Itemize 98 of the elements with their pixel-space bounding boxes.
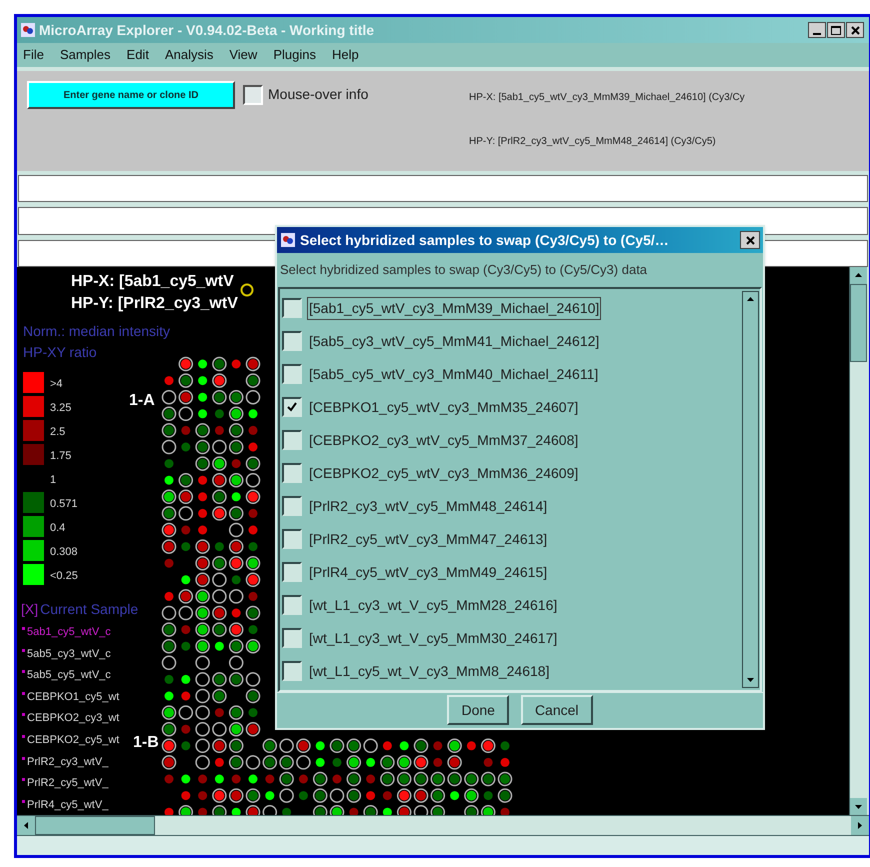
ratio-label: HP-XY ratio [23,343,97,362]
checkbox[interactable] [282,661,302,681]
dialog-button[interactable]: Done [447,695,509,726]
minimize-button[interactable] [808,22,826,38]
checkbox[interactable] [282,595,302,615]
sample-bullet-icon [22,778,25,782]
checkbox[interactable] [282,496,302,516]
sample-label[interactable]: 5ab5_cy5_wtV_c [27,667,111,684]
window-title: MicroArray Explorer - V0.94.02-Beta - Working title [39,20,376,40]
sample-label[interactable]: CEBPKO1_cy5_wt [27,688,120,706]
sample-option[interactable]: [CEBPKO1_cy5_wtV_cy3_MmM35_24607] [307,396,580,418]
sample-bullet-icon [22,670,25,674]
legend-label: <0.25 [50,569,78,584]
checkbox[interactable] [282,628,302,648]
menu-item[interactable]: Samples [60,45,111,65]
sample-bullet-icon [22,735,25,738]
current-sample-label: Current Sample [40,600,138,619]
sample-option[interactable]: [wt_L1_cy3_wt_V_cy5_MmM30_24617] [307,626,560,650]
sample-bullet-icon [22,800,25,803]
block-label: 1-B [133,733,159,753]
mouse-over-checkbox[interactable] [243,84,263,104]
sample-option[interactable]: [wt_L1_cy3_wt_V_cy5_MmM28_24616] [307,594,560,616]
legend-label: 1 [50,473,56,488]
legend-label: 2.5 [50,425,66,440]
menu-item[interactable]: File [23,45,44,65]
sample-bullet-icon [22,648,25,652]
legend-label: >4 [50,377,63,392]
sample-label[interactable]: 5ab1_cy5_wtV_c [27,624,111,640]
menu-item[interactable]: Plugins [273,45,316,65]
close-button[interactable] [846,22,864,38]
sample-label[interactable]: CEBPKO2_cy3_wt [27,710,120,727]
cursor-ring-icon [240,283,254,297]
scroll-right-icon[interactable] [851,816,869,835]
menu-item[interactable]: View [229,45,258,65]
legend-label: 0.308 [50,545,78,560]
menu-item[interactable]: Analysis [164,45,214,65]
hp-y-heading: HP-Y: [PrlR2_cy3_wtV [71,294,238,314]
sample-label[interactable]: CEBPKO2_cy5_wt [27,732,120,748]
scroll-thumb[interactable] [35,816,155,835]
checkbox[interactable] [282,298,302,318]
sample-option[interactable]: [PrlR2_cy3_wtV_cy5_MmM48_24614] [307,494,550,518]
sample-option[interactable]: [CEBPKO2_cy5_wtV_cy3_MmM36_24609] [307,462,580,484]
close-icon [746,236,754,244]
checkbox[interactable] [282,397,302,417]
sample-option[interactable]: [PrlR2_cy5_wtV_cy3_MmM47_24613] [307,528,550,550]
check-icon [286,401,298,413]
scroll-up-icon[interactable] [850,267,867,284]
vertical-scrollbar[interactable] [849,267,867,815]
block-label: 1-A [129,391,155,411]
legend-label: 0.4 [50,521,66,536]
sample-label[interactable]: PrlR2_cy5_wtV_ [27,775,108,792]
horizontal-scrollbar[interactable] [17,815,869,835]
hp-x-info: HP-X: [5ab1_cy5_wtV_cy3_MmM39_Michael_24610] (Cy3/Cy [469,91,745,105]
checkbox[interactable] [282,364,302,384]
menu-item[interactable]: Help [332,45,359,65]
app-icon [20,22,36,38]
close-icon [850,26,860,34]
text-field[interactable] [18,175,868,202]
maximize-button[interactable] [827,22,845,38]
checkbox[interactable] [282,529,302,549]
sample-label[interactable]: 5ab5_cy3_wtV_c [27,646,111,662]
sample-bullet-icon [22,756,25,760]
checkbox[interactable] [282,463,302,483]
normalization-label: Norm.: median intensity [23,322,170,341]
current-marker: [X] [21,600,38,619]
legend-label: 1.75 [50,449,72,464]
hp-y-info: HP-Y: [PrlR2_cy3_wtV_cy5_MmM48_24614] (Cy3/Cy5) [469,135,716,149]
mouse-over-label: Mouse-over info [268,85,368,104]
scroll-left-icon[interactable] [17,816,35,835]
sample-option[interactable]: [5ab5_cy3_wtV_cy5_MmM41_Michael_24612] [307,330,602,352]
dialog-prompt: Select hybridized samples to swap (Cy3/Cy5) to (Cy5/Cy3) data [280,261,648,279]
minimize-icon [813,33,821,35]
hp-x-heading: HP-X: [5ab1_cy5_wtV [71,272,234,292]
scroll-thumb[interactable] [850,284,867,362]
legend-label: 0.571 [50,497,78,512]
sample-option[interactable]: [5ab1_cy5_wtV_cy3_MmM39_Michael_24610] [307,296,602,320]
sample-label[interactable]: PrlR4_cy5_wtV_ [27,796,108,814]
checkbox[interactable] [282,331,302,351]
checkbox[interactable] [282,562,302,582]
dialog-title: Select hybridized samples to swap (Cy3/Cy5) to (Cy5/… [300,230,670,250]
menu-item[interactable]: Edit [126,45,149,65]
sample-label[interactable]: PrlR2_cy3_wtV_ [27,754,108,770]
sample-bullet-icon [22,713,25,716]
checkbox[interactable] [282,430,302,450]
app-icon [280,232,296,248]
close-button[interactable] [740,231,760,249]
maximize-icon [831,26,841,34]
sample-bullet-icon [22,627,25,630]
sample-bullet-icon [22,692,25,695]
sample-option[interactable]: [5ab5_cy5_wtV_cy3_MmM40_Michael_24611] [307,362,600,386]
search-gene-button[interactable]: Enter gene name or clone ID [27,81,235,109]
sample-option[interactable]: [PrlR4_cy5_wtV_cy3_MmM49_24615] [307,560,550,584]
dialog-button[interactable]: Cancel [520,695,593,726]
legend-label: 3.25 [50,401,72,416]
vertical-scrollbar[interactable] [742,290,759,688]
sample-option[interactable]: [wt_L1_cy5_wt_V_cy3_MmM8_24618] [307,660,552,682]
sample-option[interactable]: [CEBPKO2_cy3_wtV_cy5_MmM37_24608] [307,428,580,452]
scroll-down-icon[interactable] [850,798,867,815]
